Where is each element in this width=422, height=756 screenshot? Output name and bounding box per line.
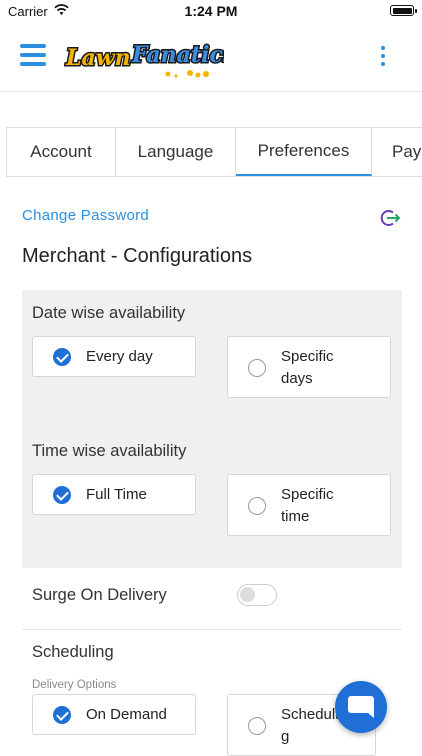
status-bar: Carrier 1:24 PM xyxy=(0,0,422,22)
specific-days-line1: Specific xyxy=(281,348,334,365)
tab-preferences[interactable]: Preferences xyxy=(236,128,372,176)
every-day-label: Every day xyxy=(86,348,153,365)
tab-pay[interactable]: Pay xyxy=(372,128,422,176)
specific-days-line2: days xyxy=(281,370,313,387)
tab-account[interactable]: Account xyxy=(7,128,116,176)
more-options-icon[interactable] xyxy=(380,46,386,66)
unchecked-radio-icon xyxy=(248,717,266,735)
menu-icon[interactable] xyxy=(20,44,46,66)
app-header: Lawn Lawn Fanatics Fanatics xyxy=(0,28,422,92)
on-demand-label: On Demand xyxy=(86,706,167,723)
specific-time-option[interactable]: Specific time xyxy=(227,474,391,536)
on-demand-option[interactable]: On Demand xyxy=(32,694,196,735)
chat-button[interactable] xyxy=(335,681,387,733)
logout-icon[interactable] xyxy=(380,208,402,228)
status-time: 1:24 PM xyxy=(184,3,238,19)
checked-radio-icon xyxy=(53,486,71,504)
full-time-option[interactable]: Full Time xyxy=(32,474,196,515)
unchecked-radio-icon xyxy=(248,359,266,377)
chat-icon xyxy=(348,696,374,718)
specific-time-line2: time xyxy=(281,508,310,525)
svg-text:Fanatics: Fanatics xyxy=(131,42,224,68)
lawn-fanatics-logo: Lawn Lawn Fanatics Fanatics xyxy=(64,41,224,78)
surge-toggle[interactable] xyxy=(237,584,277,606)
specific-days-option[interactable]: Specific days xyxy=(227,336,391,398)
specific-time-line1: Specific xyxy=(281,486,334,503)
tab-language[interactable]: Language xyxy=(116,128,236,176)
scheduling-option-line2: g xyxy=(281,728,290,745)
full-time-label: Full Time xyxy=(86,486,147,503)
divider xyxy=(22,629,402,630)
section-title: Merchant - Configurations xyxy=(22,245,253,267)
every-day-option[interactable]: Every day xyxy=(32,336,196,377)
svg-text:Lawn: Lawn xyxy=(65,45,131,71)
scheduling-label: Scheduling xyxy=(32,643,114,661)
availability-panel: Date wise availability Every day Specifi… xyxy=(22,290,402,568)
change-password-link[interactable]: Change Password xyxy=(22,207,149,224)
delivery-options-label: Delivery Options xyxy=(32,679,117,691)
date-wise-label: Date wise availability xyxy=(32,304,186,322)
unchecked-radio-icon xyxy=(248,497,266,515)
battery-icon xyxy=(390,5,417,16)
checked-radio-icon xyxy=(53,706,71,724)
settings-tabs: Account Language Preferences Pay xyxy=(6,127,422,177)
checked-radio-icon xyxy=(53,348,71,366)
surge-label: Surge On Delivery xyxy=(32,586,167,604)
time-wise-label: Time wise availability xyxy=(32,442,187,460)
toggle-knob xyxy=(240,587,255,602)
